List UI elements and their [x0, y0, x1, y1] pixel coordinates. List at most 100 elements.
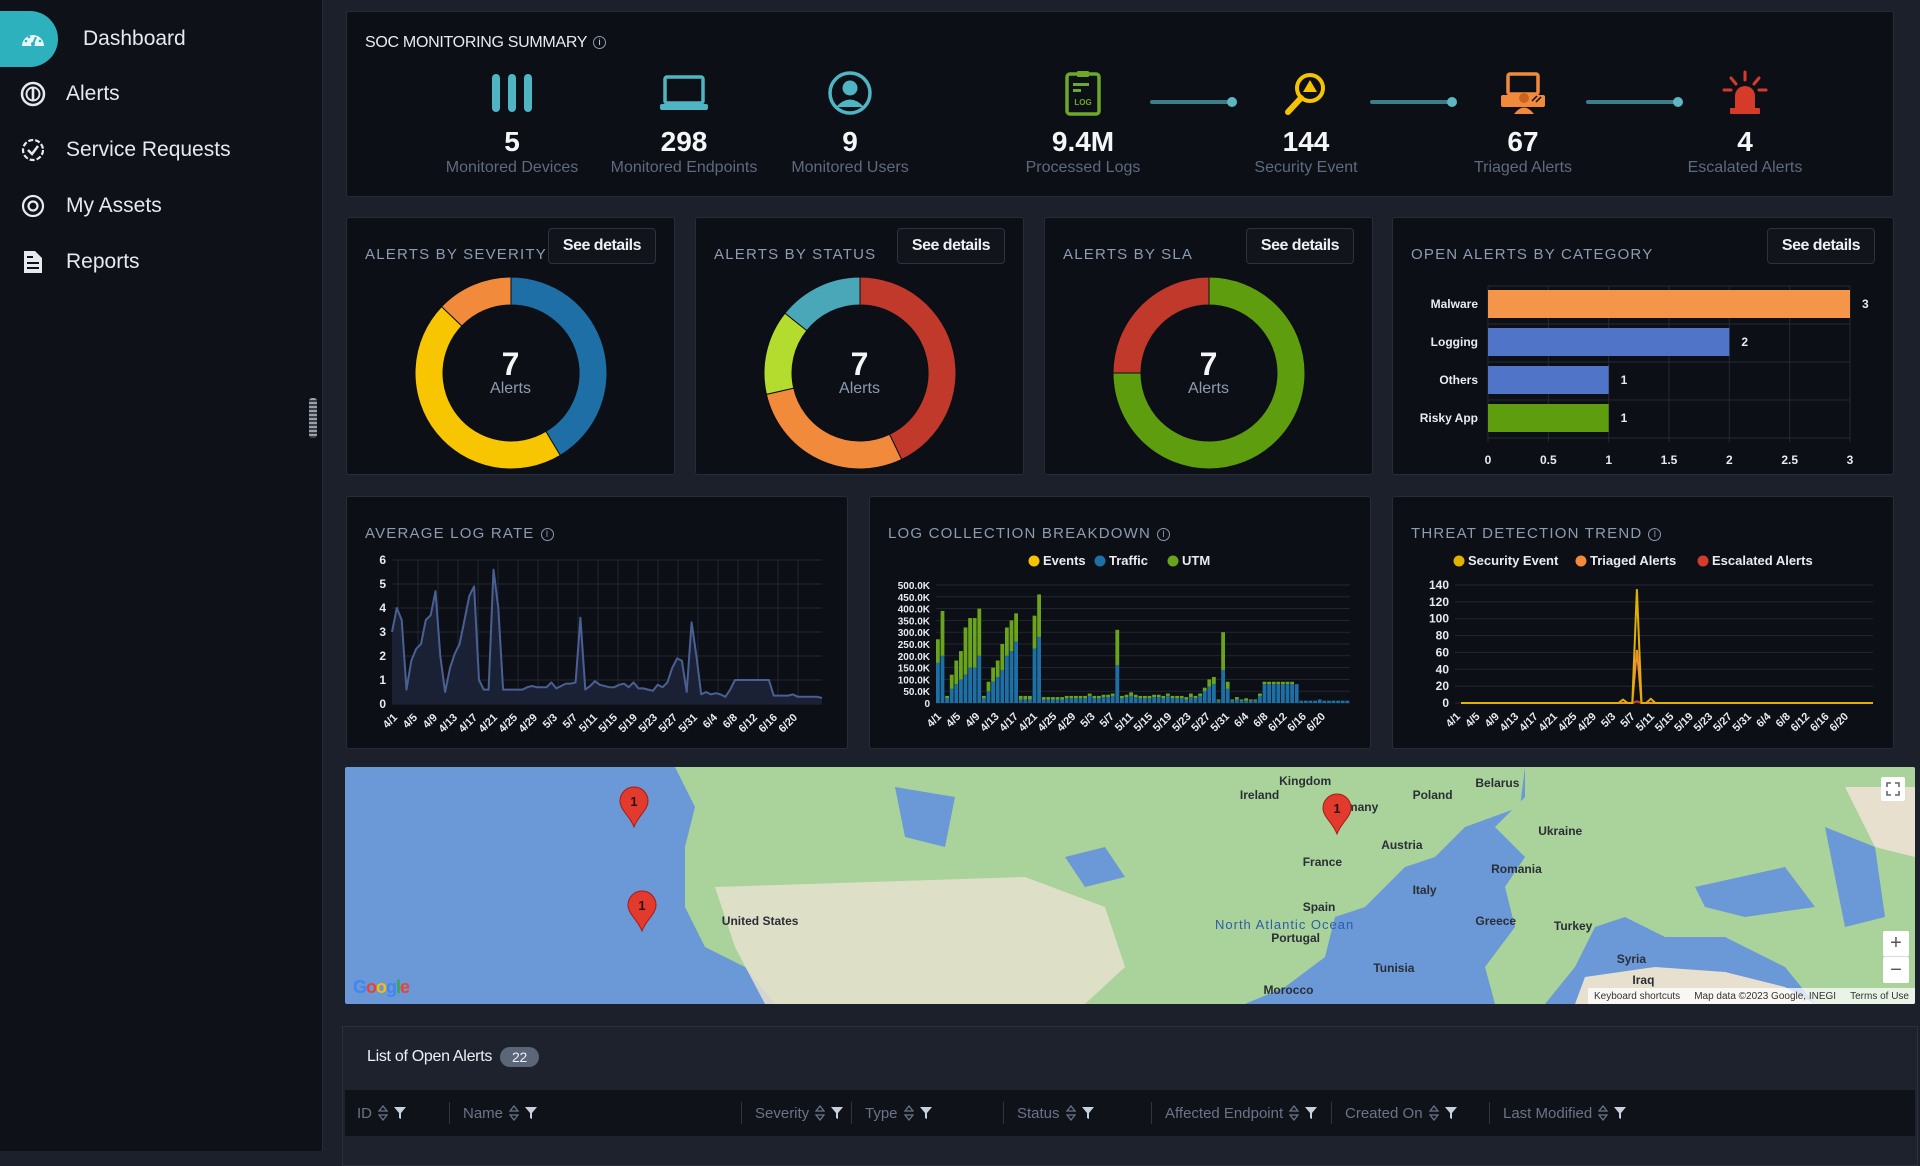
utm-bar[interactable] [1124, 694, 1129, 698]
zoom-in-button[interactable]: + [1883, 931, 1909, 957]
utm-bar[interactable] [1202, 687, 1207, 692]
utm-bar[interactable] [968, 618, 972, 668]
metric-monitored-users[interactable]: 9 Monitored Users [765, 67, 935, 177]
utm-bar[interactable] [1032, 615, 1037, 649]
metric-processed-logs[interactable]: LOG 9.4M Processed Logs [998, 67, 1168, 177]
traffic-bar[interactable] [1235, 699, 1239, 703]
traffic-bar[interactable] [1083, 698, 1087, 703]
utm-bar[interactable] [1221, 632, 1225, 670]
utm-bar[interactable] [1115, 629, 1120, 666]
utm-bar[interactable] [1170, 695, 1175, 699]
status-donut[interactable]: 7 Alerts [760, 273, 960, 473]
utm-bar[interactable] [1055, 697, 1060, 700]
traffic-bar[interactable] [1152, 697, 1156, 703]
utm-bar[interactable] [1037, 594, 1041, 637]
traffic-bar[interactable] [972, 667, 977, 703]
traffic-bar[interactable] [1281, 684, 1285, 703]
utm-bar[interactable] [1253, 699, 1258, 701]
sla-donut[interactable]: 7 Alerts [1109, 273, 1309, 473]
traffic-bar[interactable] [1156, 697, 1161, 703]
utm-bar[interactable] [1028, 695, 1032, 700]
traffic-bar[interactable] [1184, 699, 1189, 703]
map-marker-pin[interactable]: 1 [618, 786, 650, 829]
column-header-id[interactable]: ID [357, 1090, 406, 1136]
utm-bar[interactable] [1046, 697, 1051, 700]
column-header-last-modified[interactable]: Last Modified [1489, 1090, 1627, 1136]
utm-bar[interactable] [982, 695, 986, 699]
utm-bar[interactable] [1175, 695, 1179, 699]
utm-bar[interactable] [977, 608, 982, 656]
traffic-bar[interactable] [1207, 686, 1212, 703]
utm-bar[interactable] [1083, 695, 1087, 699]
filter-icon[interactable] [525, 1106, 538, 1120]
traffic-bar[interactable] [1101, 697, 1106, 703]
utm-bar[interactable] [1097, 695, 1101, 699]
utm-bar[interactable] [1198, 693, 1202, 696]
zoom-out-button[interactable]: − [1883, 957, 1909, 983]
sort-icon[interactable] [815, 1105, 826, 1121]
utm-bar[interactable] [1110, 693, 1115, 696]
utm-bar[interactable] [1161, 695, 1166, 699]
traffic-bar[interactable] [1032, 648, 1037, 703]
traffic-bar[interactable] [1262, 684, 1267, 703]
traffic-bar[interactable] [940, 655, 945, 703]
traffic-bar[interactable] [1308, 700, 1313, 703]
traffic-bar[interactable] [1313, 700, 1317, 703]
traffic-bar[interactable] [1244, 700, 1248, 703]
traffic-bar[interactable] [1340, 700, 1345, 703]
utm-bar[interactable] [1179, 695, 1184, 699]
traffic-bar[interactable] [1253, 700, 1258, 703]
traffic-bar[interactable] [1018, 699, 1023, 703]
traffic-bar[interactable] [1147, 698, 1152, 703]
traffic-bar[interactable] [1110, 695, 1115, 703]
info-icon[interactable]: i [540, 527, 554, 541]
column-header-severity[interactable]: Severity [741, 1090, 844, 1136]
traffic-bar[interactable] [1041, 699, 1046, 703]
utm-bar[interactable] [1207, 679, 1212, 687]
traffic-bar[interactable] [1014, 641, 1018, 703]
utm-bar[interactable] [1074, 695, 1078, 699]
traffic-bar[interactable] [1129, 695, 1133, 703]
utm-bar[interactable] [1023, 695, 1028, 700]
filter-icon[interactable] [1305, 1106, 1318, 1120]
traffic-bar[interactable] [1327, 700, 1331, 703]
traffic-bar[interactable] [1198, 695, 1202, 703]
utm-bar[interactable] [1281, 681, 1285, 685]
utm-bar[interactable] [1138, 695, 1143, 699]
filter-icon[interactable] [831, 1106, 844, 1120]
utm-bar[interactable] [949, 674, 954, 689]
sidebar-resize-handle[interactable] [309, 398, 317, 438]
fullscreen-button[interactable] [1881, 777, 1905, 801]
utm-bar[interactable] [1106, 694, 1110, 698]
traffic-bar[interactable] [949, 688, 954, 703]
utm-bar[interactable] [1133, 694, 1138, 698]
sidebar-item-dashboard[interactable]: Dashboard [0, 11, 186, 67]
utm-bar[interactable] [1262, 681, 1267, 685]
traffic-bar[interactable] [1060, 699, 1064, 703]
utm-bar[interactable] [1276, 681, 1281, 685]
utm-bar[interactable] [1189, 693, 1193, 698]
utm-bar[interactable] [945, 695, 949, 699]
sort-icon[interactable] [509, 1105, 520, 1121]
metric-security-event[interactable]: 144 Security Event [1221, 67, 1391, 177]
utm-bar[interactable] [995, 660, 1000, 678]
traffic-bar[interactable] [1092, 698, 1097, 703]
traffic-bar[interactable] [936, 662, 940, 703]
utm-bar[interactable] [972, 618, 977, 668]
utm-bar[interactable] [1230, 699, 1235, 701]
traffic-bar[interactable] [1078, 698, 1083, 703]
legend-item[interactable]: Events [1043, 553, 1086, 568]
utm-bar[interactable] [1000, 644, 1005, 670]
utm-bar[interactable] [1069, 695, 1074, 699]
sort-icon[interactable] [378, 1105, 388, 1121]
traffic-bar[interactable] [1069, 698, 1074, 703]
utm-bar[interactable] [1290, 681, 1294, 685]
sort-icon[interactable] [903, 1105, 914, 1121]
utm-bar[interactable] [1248, 699, 1253, 701]
traffic-bar[interactable] [1115, 665, 1120, 703]
utm-bar[interactable] [1152, 694, 1156, 698]
legend-item[interactable]: Security Event [1468, 553, 1559, 568]
utm-bar[interactable] [1244, 698, 1248, 701]
traffic-bar[interactable] [1221, 669, 1225, 703]
traffic-bar[interactable] [1248, 700, 1253, 703]
